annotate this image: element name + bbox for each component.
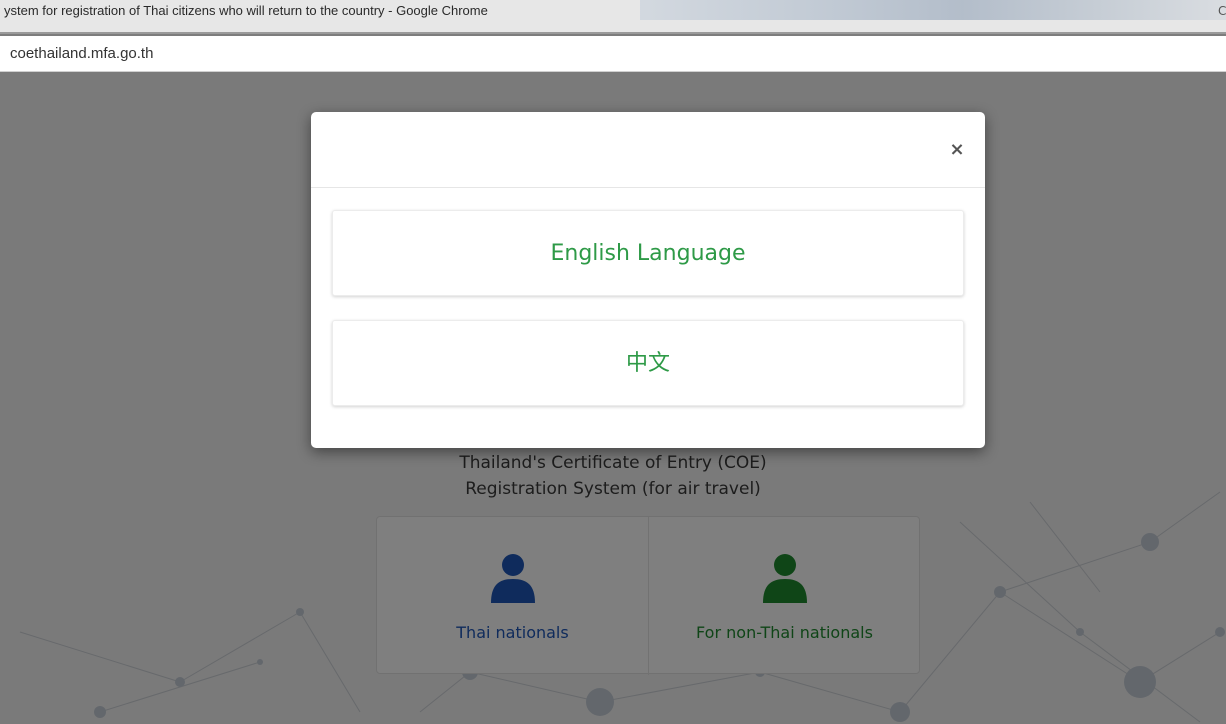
window-edge-icon: C [1218,4,1226,18]
language-select-modal: × English Language 中文 [311,112,985,448]
blurred-taskbar-region [640,0,1226,20]
window-title: ystem for registration of Thai citizens … [4,3,488,18]
chinese-language-button[interactable]: 中文 [332,320,964,406]
modal-header: × [311,112,985,188]
browser-title-bar: ystem for registration of Thai citizens … [0,0,1226,34]
english-language-button[interactable]: English Language [332,210,964,296]
url-text: coethailand.mfa.go.th [10,45,154,62]
close-icon[interactable]: × [947,140,967,160]
address-bar[interactable]: coethailand.mfa.go.th [0,36,1226,72]
